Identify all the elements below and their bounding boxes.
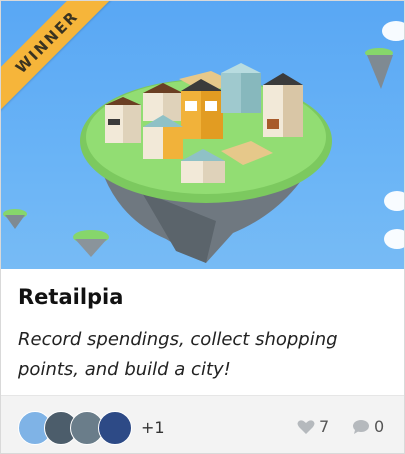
card-footer: +1 7 0: [1, 395, 404, 453]
project-title[interactable]: Retailpia: [18, 285, 123, 309]
more-members-count[interactable]: +1: [141, 418, 165, 437]
comment-icon: [353, 420, 369, 434]
comments-count: 0: [374, 417, 385, 436]
card-body: Retailpia Record spendings, collect shop…: [1, 269, 404, 395]
project-thumbnail[interactable]: WINNER: [1, 1, 404, 269]
avatar[interactable]: [98, 411, 132, 445]
comments-stat[interactable]: 0: [352, 417, 392, 437]
likes-count: 7: [319, 417, 330, 436]
heart-icon: [297, 420, 315, 434]
likes-stat[interactable]: 7: [297, 417, 337, 437]
project-description: Record spendings, collect shopping point…: [18, 329, 338, 380]
project-card[interactable]: WINNER Retailpia Record spendings, colle…: [0, 0, 405, 454]
